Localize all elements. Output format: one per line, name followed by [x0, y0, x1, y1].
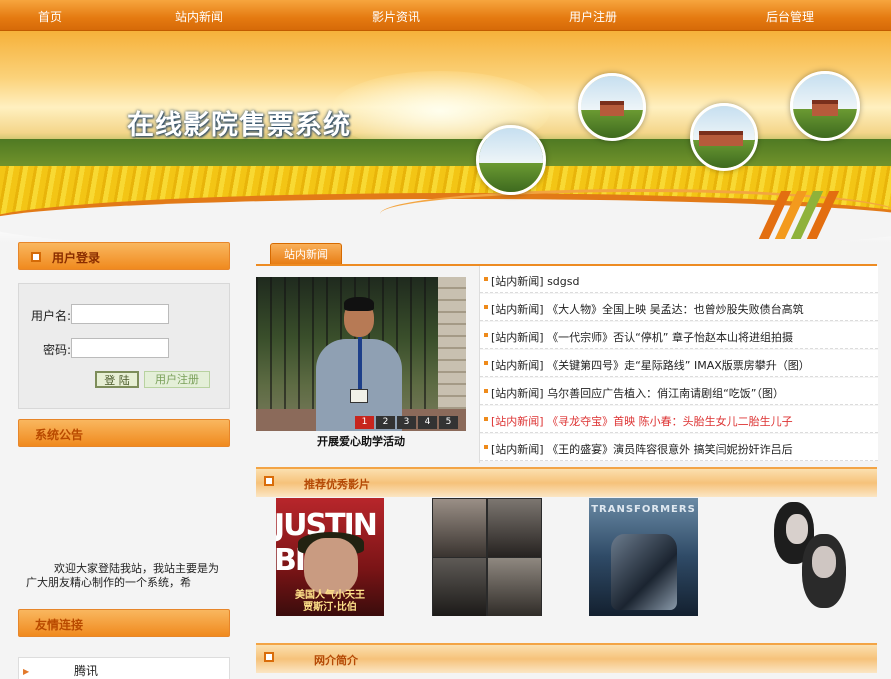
news-item[interactable]: [站内新闻] 乌尔善回应广告植入：俏江南请剧组“吃饭”（图）: [480, 378, 878, 405]
links-panel-title: 友情连接: [35, 618, 84, 632]
section-bullet-icon: [264, 476, 274, 486]
poster-tile: [488, 558, 541, 616]
list-arrow-icon: ▶: [23, 667, 30, 676]
news-bullet-icon: [484, 417, 488, 421]
slideshow-page-button[interactable]: 1: [355, 416, 374, 429]
news-bullet-icon: [484, 361, 488, 365]
poster-justin-bieber[interactable]: JUSTIN BIE 美国人气小天王 贾斯汀·比伯: [276, 498, 384, 616]
notice-panel-header: 系统公告: [18, 419, 230, 447]
news-slideshow[interactable]: 1 2 3 4 5: [256, 277, 466, 431]
news-item-text[interactable]: [站内新闻] sdgsd: [491, 273, 580, 289]
register-button[interactable]: 用户注册: [144, 371, 210, 388]
slideshow-wall: [438, 277, 466, 431]
poster-face: [812, 546, 836, 578]
news-bullet-icon: [484, 333, 488, 337]
news-list: [站内新闻] sdgsd [站内新闻] 《大人物》全国上映 吴孟达：也曾炒股失败…: [479, 266, 878, 463]
news-item[interactable]: [站内新闻] 《王的盛宴》演员阵容很意外 搞笑闫妮扮奸诈吕后: [480, 434, 878, 461]
news-bullet-icon: [484, 389, 488, 393]
links-panel-header: 友情连接: [18, 609, 230, 637]
nav-item-admin[interactable]: 后台管理: [766, 8, 814, 25]
news-bullet-icon: [484, 445, 488, 449]
nav-item-movie-info[interactable]: 影片资讯: [372, 8, 420, 25]
section-bullet-icon: [264, 652, 274, 662]
nav-item-site-news[interactable]: 站内新闻: [175, 8, 223, 25]
banner-photo-bubble: [790, 71, 860, 141]
top-nav: 首页 站内新闻 影片资讯 用户注册 后台管理: [0, 0, 891, 31]
news-item-text[interactable]: [站内新闻] 《关键第四号》走“星际路线” IMAX版票房攀升（图）: [491, 357, 810, 373]
nav-item-home[interactable]: 首页: [38, 8, 62, 25]
news-item-text[interactable]: [站内新闻] 《寻龙夺宝》首映 陈小春：头胎生女儿二胎生儿子: [491, 413, 793, 429]
slideshow-caption[interactable]: 开展爱心助学活动: [256, 433, 466, 449]
news-item-text[interactable]: [站内新闻] 《大人物》全国上映 吴孟达：也曾炒股失败债台高筑: [491, 301, 804, 317]
header-banner: 在线影院售票系统: [0, 31, 891, 243]
friend-link-tencent[interactable]: 腾讯: [74, 662, 98, 679]
slideshow-lanyard: [358, 337, 362, 393]
poster-tile: [433, 499, 486, 557]
slideshow-pager: 1 2 3 4 5: [355, 416, 458, 429]
panel-bullet-icon: [31, 252, 41, 262]
poster-title-text: TRANSFORMERS: [591, 504, 696, 515]
news-item-text[interactable]: [站内新闻] 乌尔善回应广告植入：俏江南请剧组“吃饭”（图）: [491, 385, 784, 401]
poster-transformers[interactable]: TRANSFORMERS: [589, 498, 698, 616]
friend-links-list: ▶ 腾讯: [18, 657, 230, 679]
about-section-header: 网介简介: [256, 643, 877, 673]
news-item-text[interactable]: [站内新闻] 《王的盛宴》演员阵容很意外 搞笑闫妮扮奸诈吕后: [491, 441, 793, 457]
recommend-section-title: 推荐优秀影片: [304, 478, 370, 491]
news-bullet-icon: [484, 305, 488, 309]
news-item[interactable]: [站内新闻] 《一代宗师》否认“停机” 章子怡赵本山将进组拍摄: [480, 322, 878, 349]
username-input[interactable]: [71, 304, 169, 324]
notice-marquee-text: 欢迎大家登陆我站，我站主要是为广大朋友精心制作的一个系统，希: [26, 562, 219, 589]
poster-caption-line: 美国人气小天王: [295, 590, 365, 601]
recommend-section-header: 推荐优秀影片: [256, 467, 877, 497]
slideshow-page-button[interactable]: 3: [397, 416, 416, 429]
news-item[interactable]: [站内新闻] 《关键第四号》走“星际路线” IMAX版票房攀升（图）: [480, 350, 878, 377]
poster-robot: [611, 534, 677, 610]
slideshow-page-button[interactable]: 5: [439, 416, 458, 429]
banner-stripes: [758, 191, 850, 241]
username-label: 用户名:: [31, 309, 72, 323]
password-label: 密码:: [43, 343, 72, 357]
news-bullet-icon: [484, 277, 488, 281]
banner-photo-bubble: [690, 103, 758, 171]
poster-face: [786, 514, 808, 544]
poster-caption-line: 贾斯汀·比伯: [303, 602, 357, 613]
slideshow-page-button[interactable]: 4: [418, 416, 437, 429]
news-item-text[interactable]: [站内新闻] 《一代宗师》否认“停机” 章子怡赵本山将进组拍摄: [491, 329, 793, 345]
login-panel-title: 用户登录: [52, 251, 101, 265]
news-item[interactable]: [站内新闻] 《大人物》全国上映 吴孟达：也曾炒股失败债台高筑: [480, 294, 878, 321]
poster-caption: 美国人气小天王 贾斯汀·比伯: [276, 590, 384, 614]
poster-face: [304, 538, 358, 594]
slideshow-page-button[interactable]: 2: [376, 416, 395, 429]
tab-site-news[interactable]: 站内新闻: [270, 243, 342, 265]
notice-panel-title: 系统公告: [35, 428, 84, 442]
login-panel-header: 用户登录: [18, 242, 230, 270]
news-item[interactable]: [站内新闻] sdgsd: [480, 266, 878, 293]
site-title: 在线影院售票系统: [127, 110, 351, 141]
banner-photo-bubble: [476, 125, 546, 195]
slideshow-person-hair: [344, 297, 374, 311]
banner-photo-bubble: [578, 73, 646, 141]
login-form: 用户名: 密码: 登 陆 用户注册: [18, 283, 230, 409]
poster-portrait-couple[interactable]: [760, 498, 852, 616]
poster-tile: [488, 499, 541, 557]
password-input[interactable]: [71, 338, 169, 358]
poster-ensemble-cast[interactable]: [432, 498, 542, 616]
login-button[interactable]: 登 陆: [95, 371, 139, 388]
poster-tile: [433, 558, 486, 616]
slideshow-badge: [350, 389, 368, 403]
news-item[interactable]: [站内新闻] 《寻龙夺宝》首映 陈小春：头胎生女儿二胎生儿子: [480, 406, 878, 433]
about-section-title: 网介简介: [314, 654, 358, 667]
nav-item-register[interactable]: 用户注册: [569, 8, 617, 25]
